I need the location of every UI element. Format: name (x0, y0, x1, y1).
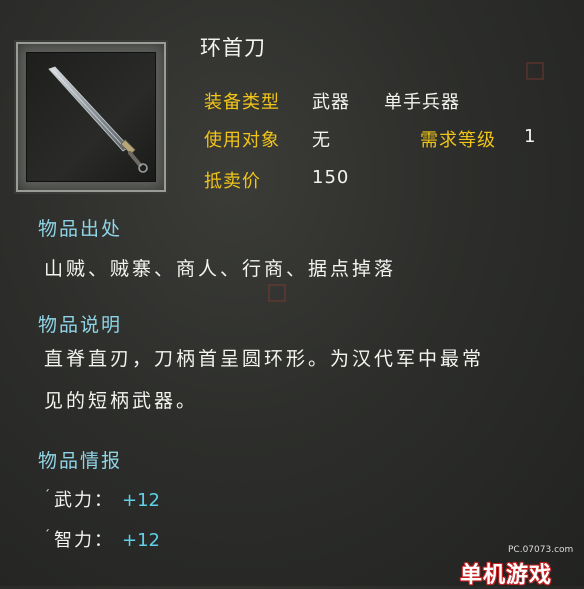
sword-icon (48, 66, 148, 173)
stat-label: 智力： (54, 530, 114, 551)
equip-subtype-value: 单手兵器 (384, 92, 460, 113)
stat-value: +12 (122, 530, 160, 551)
equip-type-value: 武器 (312, 92, 350, 113)
item-icon-frame (16, 42, 166, 192)
stat-row-intelligence: ˊ 智力： +12 (44, 526, 160, 552)
user-label: 使用对象 (204, 130, 280, 151)
level-value: 1 (524, 126, 537, 147)
stat-value: +12 (122, 490, 160, 511)
info-heading: 物品情报 (38, 450, 123, 472)
user-value: 无 (312, 130, 331, 151)
watermark-logo: 单机游戏 (460, 563, 553, 588)
level-label: 需求等级 (420, 130, 496, 151)
bullet-icon: ˊ (44, 488, 52, 502)
stat-row-strength: ˊ 武力： +12 (44, 486, 160, 512)
watermark-site: PC.07073.com (508, 545, 574, 555)
item-name: 环首刀 (200, 36, 266, 60)
description-line-1: 直脊直刃，刀柄首呈圆环形。为汉代军中最常 (44, 348, 485, 370)
source-text: 山贼、贼寨、商人、行商、据点掉落 (44, 258, 397, 280)
description-heading: 物品说明 (38, 314, 123, 336)
description-line-2: 见的短柄武器。 (44, 390, 199, 412)
price-label: 抵卖价 (204, 171, 261, 192)
price-value: 150 (312, 167, 350, 188)
bullet-icon: ˊ (44, 528, 52, 542)
equip-type-label: 装备类型 (204, 92, 280, 113)
background-seal (526, 62, 544, 80)
source-heading: 物品出处 (38, 218, 123, 240)
stat-label: 武力： (54, 490, 114, 511)
